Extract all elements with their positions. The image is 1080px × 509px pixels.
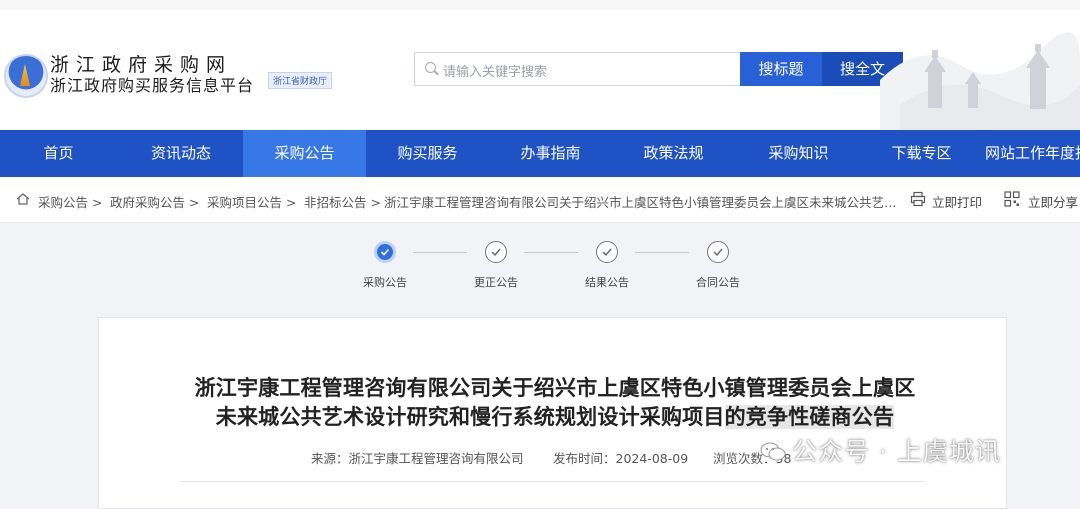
watermark-text: 公众号 · 上虞城讯 [792,437,1001,466]
step-connector [524,252,578,253]
print-icon[interactable] [910,191,926,207]
article-card: 浙江宇康工程管理咨询有限公司关于绍兴市上虞区特色小镇管理委员会上虞区未来城公共艺… [98,317,1007,509]
search-input[interactable]: 请输入关键字搜索 [414,52,740,86]
nav-purchase-service[interactable]: 购买服务 [366,130,489,177]
breadcrumb-item[interactable]: 采购项目公告 > [207,192,296,211]
pagoda-decoration [880,32,1080,130]
breadcrumb-item[interactable]: 政府采购公告 > [110,192,199,211]
wechat-icon [760,442,786,461]
step-connector [413,252,467,253]
top-strip [0,0,1080,10]
search-icon [425,62,436,73]
nav-guide[interactable]: 办事指南 [489,130,612,177]
breadcrumb-current: 浙江宇康工程管理咨询有限公司关于绍兴市上虞区特色小镇管理委员会上虞区未来城公共艺… [384,195,904,210]
site-subtitle[interactable]: 浙江政府购买服务信息平台 [50,72,254,96]
nav-procurement-notice[interactable]: 采购公告 [243,130,366,177]
breadcrumb: 采购公告 > 政府采购公告 > 采购项目公告 > 非招标公告 > 浙江宇康工程管… [0,177,1080,223]
search-placeholder: 请输入关键字搜索 [443,65,548,80]
print-button[interactable]: 立即打印 [932,192,982,211]
article-title: 浙江宇康工程管理咨询有限公司关于绍兴市上虞区特色小镇管理委员会上虞区未来城公共艺… [185,374,925,432]
step-check-icon[interactable] [374,241,396,263]
step-check-icon[interactable] [707,241,729,263]
article-source: 来源：浙江宇康工程管理咨询有限公司 [311,451,524,466]
divider [179,481,926,482]
watermark: 公众号 · 上虞城讯 [760,432,1001,468]
share-button[interactable]: 立即分享 [1028,192,1078,211]
main-nav: 首页 资讯动态 采购公告 购买服务 办事指南 政策法规 采购知识 下载专区 网站… [0,130,1080,177]
nav-policy[interactable]: 政策法规 [612,130,735,177]
step-label[interactable]: 合同公告 [683,274,753,290]
step-check-icon[interactable] [596,241,618,263]
article-title-highlight: 的竞争性磋商公告 [724,405,895,429]
site-logo[interactable] [4,54,48,98]
step-check-icon[interactable] [485,241,507,263]
qr-code-icon[interactable] [1004,191,1020,207]
breadcrumb-item[interactable]: 采购公告 > [38,192,102,211]
nav-news[interactable]: 资讯动态 [120,130,242,177]
article-publish-time: 发布时间：2024-08-09 [553,451,689,466]
step-label[interactable]: 更正公告 [461,274,531,290]
nav-annual-report[interactable]: 网站工作年度报 [985,130,1080,177]
step-label[interactable]: 结果公告 [572,274,642,290]
home-icon[interactable] [16,193,30,205]
site-header: 浙江政府采购网 浙江政府购买服务信息平台 浙江省财政厅 请输入关键字搜索 搜标题… [0,10,1080,130]
nav-home[interactable]: 首页 [0,130,117,177]
search-title-button[interactable]: 搜标题 [740,52,822,86]
notice-progress-steps: 采购公告 更正公告 结果公告 合同公告 [0,222,1080,292]
step-connector [635,252,689,253]
nav-download[interactable]: 下载专区 [860,130,983,177]
org-badge: 浙江省财政厅 [268,72,333,89]
step-label[interactable]: 采购公告 [350,274,420,290]
breadcrumb-item[interactable]: 非招标公告 > [304,192,381,211]
nav-knowledge[interactable]: 采购知识 [737,130,860,177]
